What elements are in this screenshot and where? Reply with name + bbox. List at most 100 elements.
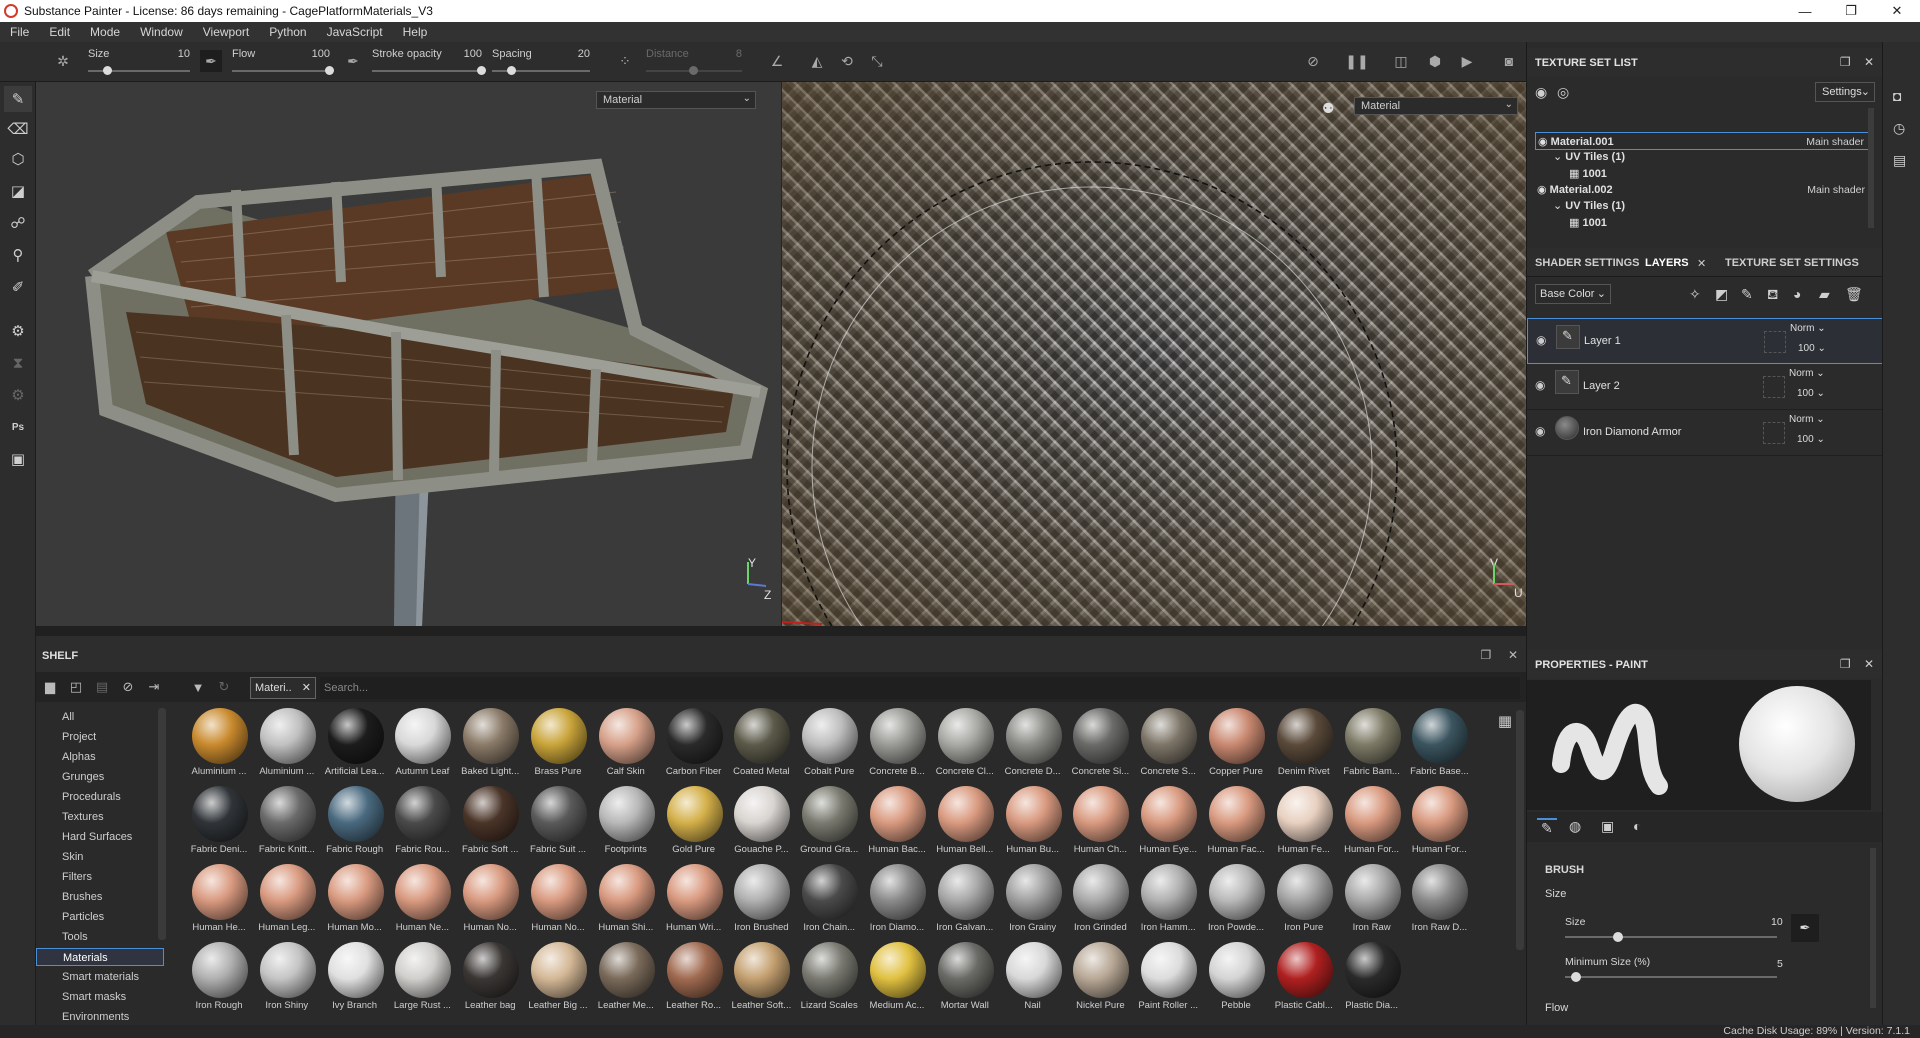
add-folder-icon[interactable]: ▰	[1819, 286, 1830, 303]
menu-edit[interactable]: Edit	[39, 25, 80, 39]
brush-size-thumb[interactable]	[1613, 932, 1623, 942]
material-thumbnail[interactable]: Leather Ro...	[663, 940, 725, 1018]
shelf-category-procedurals[interactable]: Procedurals	[36, 788, 164, 806]
spacing-slider[interactable]: Spacing 20	[492, 46, 590, 78]
remove-filter-icon[interactable]: ✕	[302, 681, 311, 694]
flow-slider[interactable]: Flow 100	[232, 46, 334, 78]
menu-python[interactable]: Python	[259, 25, 316, 39]
material-thumbnail[interactable]: Human Bell...	[934, 784, 996, 862]
angle-icon[interactable]: ∠	[766, 50, 788, 72]
uv-tile-icon[interactable]: ▦	[1569, 168, 1582, 180]
save-icon[interactable]: ▤	[92, 678, 112, 696]
radial-symmetry-icon[interactable]: ⟲	[836, 50, 858, 72]
shelf-category-materials[interactable]: Materials	[36, 948, 164, 966]
menu-javascript[interactable]: JavaScript	[317, 25, 393, 39]
new-tab-icon[interactable]: ◰	[66, 678, 86, 696]
shader-settings-icon[interactable]: ⚉	[1322, 100, 1335, 117]
brush-tab-icon[interactable]: ✎	[1537, 818, 1557, 837]
paint-brush-icon[interactable]: ✎	[4, 86, 32, 112]
photoshop-export-icon[interactable]: Ps	[4, 414, 32, 440]
distance-slider[interactable]: Distance 8	[646, 46, 742, 78]
visibility-icon[interactable]: ◉	[1537, 184, 1550, 196]
material-thumbnail[interactable]: Human No...	[527, 862, 589, 940]
material-thumbnail[interactable]: Iron Pure	[1273, 862, 1335, 940]
material-thumbnail[interactable]: Human He...	[188, 862, 250, 940]
material-thumbnail[interactable]: Fabric Deni...	[188, 784, 250, 862]
grid-view-icon[interactable]: ▦	[1498, 712, 1512, 730]
material-thumbnail[interactable]: Human Leg...	[256, 862, 318, 940]
camera-icon[interactable]: ▶	[1456, 50, 1478, 72]
material-thumbnail[interactable]: Iron Hamm...	[1137, 862, 1199, 940]
material-thumbnail[interactable]: Human Shi...	[595, 862, 657, 940]
material-thumbnail[interactable]: Leather Big ...	[527, 940, 589, 1018]
history-icon[interactable]: ◷	[1893, 120, 1905, 137]
tab-shader-settings[interactable]: SHADER SETTINGS	[1535, 257, 1640, 269]
material-thumbnail[interactable]: Iron Shiny	[256, 940, 318, 1018]
material-thumbnail[interactable]: Medium Ac...	[866, 940, 928, 1018]
float-panel-icon[interactable]: ❐	[1840, 55, 1851, 69]
hide-overlay-icon[interactable]: ⊘	[1302, 50, 1324, 72]
material-thumbnail[interactable]: Human Ch...	[1069, 784, 1131, 862]
layer-name[interactable]: Iron Diamond Armor	[1583, 426, 1681, 438]
smudge-icon[interactable]: ☍	[4, 210, 32, 236]
material-thumbnail[interactable]: Iron Grinded	[1069, 862, 1131, 940]
shelf-category-smart-materials[interactable]: Smart materials	[36, 968, 164, 986]
filter-icon[interactable]: ▼	[188, 678, 208, 696]
material-thumbnail[interactable]: Mortar Wall	[934, 940, 996, 1018]
viewport-3d[interactable]: Material ⌄ Y Z	[36, 82, 781, 626]
material-thumbnail[interactable]: Large Rust ...	[391, 940, 453, 1018]
texture-set-row[interactable]: ⌄ UV Tiles (1)	[1535, 148, 1871, 166]
min-size-slider[interactable]	[1565, 972, 1777, 982]
material-thumbnail[interactable]: Iron Galvan...	[934, 862, 996, 940]
material-thumbnail[interactable]: Carbon Fiber	[663, 706, 725, 784]
screenshot-icon[interactable]: ◙	[1498, 50, 1520, 72]
import-icon[interactable]: ⇥	[144, 678, 164, 696]
texture-set-row[interactable]: ◉ Material.001 Main shader	[1535, 132, 1871, 150]
material-thumbnail[interactable]: Copper Pure	[1205, 706, 1267, 784]
viewport-2d[interactable]: ⚉ Material ⌄ V U	[782, 82, 1526, 626]
add-paint-layer-icon[interactable]: ✎	[1741, 286, 1753, 303]
texture-set-row[interactable]: ▦ 1001	[1535, 165, 1871, 183]
material-tab-icon[interactable]: ◍	[1569, 818, 1581, 835]
layer-visibility-icon[interactable]: ◉	[1535, 378, 1545, 392]
clone-stamp-icon[interactable]: ⚲	[4, 242, 32, 268]
material-thumbnail[interactable]: Cobalt Pure	[798, 706, 860, 784]
material-thumbnail[interactable]: Nickel Pure	[1069, 940, 1131, 1018]
layer-row[interactable]: ◉ ✎ Layer 2 Norm ⌄ 100 ⌄	[1527, 364, 1883, 410]
material-thumbnail[interactable]: Fabric Suit ...	[527, 784, 589, 862]
float-panel-icon[interactable]: ❐	[1481, 648, 1492, 662]
material-thumbnail[interactable]: Ivy Branch	[324, 940, 386, 1018]
stencil-tab-icon[interactable]: ◐	[1633, 818, 1641, 834]
layer-name[interactable]: Layer 2	[1583, 380, 1620, 392]
viewport3d-mode-select[interactable]: Material ⌄	[596, 91, 756, 109]
reset-filter-icon[interactable]: ↻	[214, 678, 234, 696]
display-settings-icon[interactable]: ◘	[1893, 88, 1901, 104]
texture-set-row[interactable]: ▦ 1001	[1535, 214, 1871, 232]
material-thumbnail[interactable]: Concrete D...	[1002, 706, 1064, 784]
material-thumbnail[interactable]: Pebble	[1205, 940, 1267, 1018]
shelf-category-all[interactable]: All	[36, 708, 164, 726]
layer-mask-slot[interactable]	[1763, 422, 1785, 444]
log-icon[interactable]: ▤	[1893, 152, 1906, 169]
material-thumbnail[interactable]: Fabric Knitt...	[256, 784, 318, 862]
material-thumbnail[interactable]: Human For...	[1341, 784, 1403, 862]
material-thumbnail[interactable]: Concrete S...	[1137, 706, 1199, 784]
material-thumbnail[interactable]: Human Mo...	[324, 862, 386, 940]
export-icon[interactable]: ▣	[4, 446, 32, 472]
minimize-button[interactable]: —	[1782, 0, 1828, 22]
brush-size-slider[interactable]	[1565, 932, 1777, 942]
layer-mask-slot[interactable]	[1763, 376, 1785, 398]
delete-layer-icon[interactable]: 🗑	[1845, 286, 1863, 303]
shelf-category-alphas[interactable]: Alphas	[36, 748, 164, 766]
uv-tile-icon[interactable]: ▦	[1569, 217, 1582, 229]
texture-set-scrollbar[interactable]	[1868, 108, 1874, 228]
color-picker-icon[interactable]: ✐	[4, 274, 32, 300]
material-grid-scrollbar[interactable]	[1516, 710, 1524, 950]
shelf-category-smart-masks[interactable]: Smart masks	[36, 988, 164, 1006]
hide-icon[interactable]: ⊘	[118, 678, 138, 696]
bake-icon[interactable]: ⚙	[4, 318, 32, 344]
min-size-thumb[interactable]	[1570, 972, 1581, 982]
close-panel-icon[interactable]: ✕	[1508, 648, 1518, 662]
material-thumbnail[interactable]: Human Ne...	[391, 862, 453, 940]
texture-set-row[interactable]: ◉ Material.002 Main shader	[1535, 181, 1871, 199]
